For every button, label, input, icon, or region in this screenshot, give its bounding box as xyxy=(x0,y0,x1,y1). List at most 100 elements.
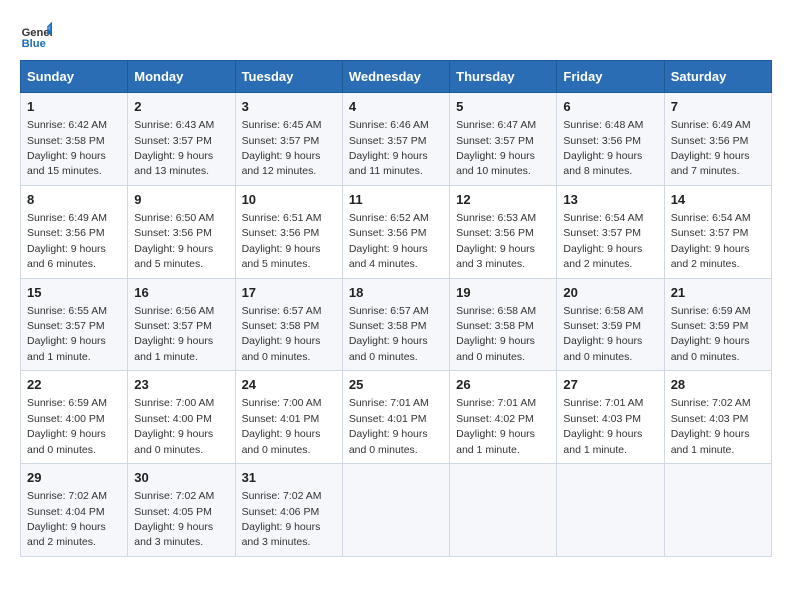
day-info: Sunrise: 6:52 AMSunset: 3:56 PMDaylight:… xyxy=(349,212,429,270)
day-number: 14 xyxy=(671,191,765,209)
day-number: 7 xyxy=(671,98,765,116)
calendar-cell: 25 Sunrise: 7:01 AMSunset: 4:01 PMDaylig… xyxy=(342,371,449,464)
calendar-cell: 18 Sunrise: 6:57 AMSunset: 3:58 PMDaylig… xyxy=(342,278,449,371)
calendar-cell: 26 Sunrise: 7:01 AMSunset: 4:02 PMDaylig… xyxy=(450,371,557,464)
day-number: 5 xyxy=(456,98,550,116)
day-number: 23 xyxy=(134,376,228,394)
day-number: 24 xyxy=(242,376,336,394)
calendar-cell: 14 Sunrise: 6:54 AMSunset: 3:57 PMDaylig… xyxy=(664,185,771,278)
day-info: Sunrise: 7:02 AMSunset: 4:06 PMDaylight:… xyxy=(242,490,322,548)
day-number: 1 xyxy=(27,98,121,116)
day-info: Sunrise: 6:49 AMSunset: 3:56 PMDaylight:… xyxy=(27,212,107,270)
day-info: Sunrise: 6:43 AMSunset: 3:57 PMDaylight:… xyxy=(134,119,214,177)
calendar-cell: 29 Sunrise: 7:02 AMSunset: 4:04 PMDaylig… xyxy=(21,464,128,557)
day-info: Sunrise: 7:01 AMSunset: 4:02 PMDaylight:… xyxy=(456,397,536,455)
header-wednesday: Wednesday xyxy=(342,61,449,93)
calendar-cell: 20 Sunrise: 6:58 AMSunset: 3:59 PMDaylig… xyxy=(557,278,664,371)
calendar-cell: 17 Sunrise: 6:57 AMSunset: 3:58 PMDaylig… xyxy=(235,278,342,371)
day-info: Sunrise: 7:00 AMSunset: 4:01 PMDaylight:… xyxy=(242,397,322,455)
calendar-cell: 30 Sunrise: 7:02 AMSunset: 4:05 PMDaylig… xyxy=(128,464,235,557)
day-info: Sunrise: 6:57 AMSunset: 3:58 PMDaylight:… xyxy=(242,305,322,363)
day-info: Sunrise: 6:55 AMSunset: 3:57 PMDaylight:… xyxy=(27,305,107,363)
day-number: 17 xyxy=(242,284,336,302)
calendar-cell: 24 Sunrise: 7:00 AMSunset: 4:01 PMDaylig… xyxy=(235,371,342,464)
day-info: Sunrise: 7:02 AMSunset: 4:03 PMDaylight:… xyxy=(671,397,751,455)
day-number: 21 xyxy=(671,284,765,302)
calendar-cell: 15 Sunrise: 6:55 AMSunset: 3:57 PMDaylig… xyxy=(21,278,128,371)
day-number: 8 xyxy=(27,191,121,209)
day-number: 20 xyxy=(563,284,657,302)
day-info: Sunrise: 7:02 AMSunset: 4:04 PMDaylight:… xyxy=(27,490,107,548)
day-info: Sunrise: 6:45 AMSunset: 3:57 PMDaylight:… xyxy=(242,119,322,177)
day-number: 28 xyxy=(671,376,765,394)
calendar-table: SundayMondayTuesdayWednesdayThursdayFrid… xyxy=(20,60,772,557)
day-number: 15 xyxy=(27,284,121,302)
day-number: 12 xyxy=(456,191,550,209)
calendar-cell: 2 Sunrise: 6:43 AMSunset: 3:57 PMDayligh… xyxy=(128,93,235,186)
calendar-cell: 28 Sunrise: 7:02 AMSunset: 4:03 PMDaylig… xyxy=(664,371,771,464)
day-number: 9 xyxy=(134,191,228,209)
day-info: Sunrise: 7:00 AMSunset: 4:00 PMDaylight:… xyxy=(134,397,214,455)
calendar-cell xyxy=(342,464,449,557)
day-info: Sunrise: 7:01 AMSunset: 4:03 PMDaylight:… xyxy=(563,397,643,455)
day-info: Sunrise: 6:47 AMSunset: 3:57 PMDaylight:… xyxy=(456,119,536,177)
day-info: Sunrise: 6:56 AMSunset: 3:57 PMDaylight:… xyxy=(134,305,214,363)
calendar-cell xyxy=(450,464,557,557)
day-info: Sunrise: 6:48 AMSunset: 3:56 PMDaylight:… xyxy=(563,119,643,177)
header-saturday: Saturday xyxy=(664,61,771,93)
day-number: 25 xyxy=(349,376,443,394)
day-number: 4 xyxy=(349,98,443,116)
calendar-cell: 6 Sunrise: 6:48 AMSunset: 3:56 PMDayligh… xyxy=(557,93,664,186)
day-number: 27 xyxy=(563,376,657,394)
calendar-cell: 27 Sunrise: 7:01 AMSunset: 4:03 PMDaylig… xyxy=(557,371,664,464)
day-info: Sunrise: 6:57 AMSunset: 3:58 PMDaylight:… xyxy=(349,305,429,363)
header-monday: Monday xyxy=(128,61,235,93)
calendar-cell: 23 Sunrise: 7:00 AMSunset: 4:00 PMDaylig… xyxy=(128,371,235,464)
calendar-cell: 12 Sunrise: 6:53 AMSunset: 3:56 PMDaylig… xyxy=(450,185,557,278)
day-number: 30 xyxy=(134,469,228,487)
day-number: 11 xyxy=(349,191,443,209)
day-info: Sunrise: 6:58 AMSunset: 3:58 PMDaylight:… xyxy=(456,305,536,363)
calendar-week-row: 22 Sunrise: 6:59 AMSunset: 4:00 PMDaylig… xyxy=(21,371,772,464)
calendar-cell: 13 Sunrise: 6:54 AMSunset: 3:57 PMDaylig… xyxy=(557,185,664,278)
calendar-cell xyxy=(557,464,664,557)
calendar-cell: 19 Sunrise: 6:58 AMSunset: 3:58 PMDaylig… xyxy=(450,278,557,371)
day-number: 22 xyxy=(27,376,121,394)
calendar-cell: 16 Sunrise: 6:56 AMSunset: 3:57 PMDaylig… xyxy=(128,278,235,371)
day-number: 29 xyxy=(27,469,121,487)
calendar-cell: 22 Sunrise: 6:59 AMSunset: 4:00 PMDaylig… xyxy=(21,371,128,464)
day-number: 13 xyxy=(563,191,657,209)
calendar-cell: 4 Sunrise: 6:46 AMSunset: 3:57 PMDayligh… xyxy=(342,93,449,186)
day-info: Sunrise: 6:42 AMSunset: 3:58 PMDaylight:… xyxy=(27,119,107,177)
header-thursday: Thursday xyxy=(450,61,557,93)
day-info: Sunrise: 7:01 AMSunset: 4:01 PMDaylight:… xyxy=(349,397,429,455)
day-info: Sunrise: 7:02 AMSunset: 4:05 PMDaylight:… xyxy=(134,490,214,548)
day-number: 18 xyxy=(349,284,443,302)
calendar-cell: 9 Sunrise: 6:50 AMSunset: 3:56 PMDayligh… xyxy=(128,185,235,278)
day-number: 3 xyxy=(242,98,336,116)
calendar-header-row: SundayMondayTuesdayWednesdayThursdayFrid… xyxy=(21,61,772,93)
calendar-cell: 8 Sunrise: 6:49 AMSunset: 3:56 PMDayligh… xyxy=(21,185,128,278)
day-info: Sunrise: 6:53 AMSunset: 3:56 PMDaylight:… xyxy=(456,212,536,270)
day-number: 2 xyxy=(134,98,228,116)
logo: General Blue xyxy=(20,20,56,52)
header-tuesday: Tuesday xyxy=(235,61,342,93)
calendar-week-row: 1 Sunrise: 6:42 AMSunset: 3:58 PMDayligh… xyxy=(21,93,772,186)
day-number: 19 xyxy=(456,284,550,302)
day-info: Sunrise: 6:54 AMSunset: 3:57 PMDaylight:… xyxy=(563,212,643,270)
day-number: 10 xyxy=(242,191,336,209)
day-number: 31 xyxy=(242,469,336,487)
day-number: 16 xyxy=(134,284,228,302)
calendar-cell: 11 Sunrise: 6:52 AMSunset: 3:56 PMDaylig… xyxy=(342,185,449,278)
calendar-cell: 21 Sunrise: 6:59 AMSunset: 3:59 PMDaylig… xyxy=(664,278,771,371)
header-sunday: Sunday xyxy=(21,61,128,93)
header-friday: Friday xyxy=(557,61,664,93)
day-info: Sunrise: 6:51 AMSunset: 3:56 PMDaylight:… xyxy=(242,212,322,270)
calendar-cell: 5 Sunrise: 6:47 AMSunset: 3:57 PMDayligh… xyxy=(450,93,557,186)
page-header: General Blue xyxy=(20,20,772,52)
svg-text:Blue: Blue xyxy=(22,38,46,50)
logo-icon: General Blue xyxy=(20,20,52,52)
day-info: Sunrise: 6:54 AMSunset: 3:57 PMDaylight:… xyxy=(671,212,751,270)
day-info: Sunrise: 6:46 AMSunset: 3:57 PMDaylight:… xyxy=(349,119,429,177)
day-info: Sunrise: 6:58 AMSunset: 3:59 PMDaylight:… xyxy=(563,305,643,363)
